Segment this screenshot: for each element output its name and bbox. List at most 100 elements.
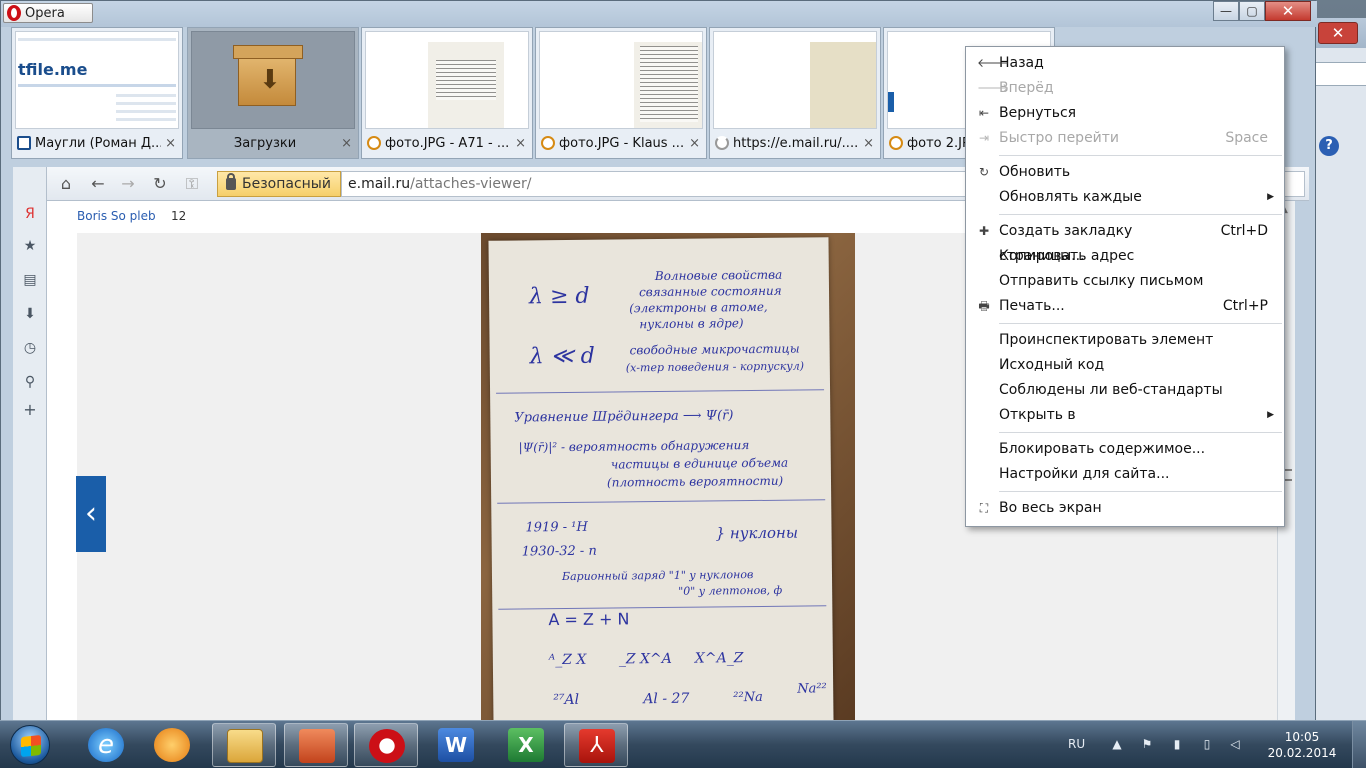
bookmarks-star-icon[interactable]: ★ bbox=[21, 237, 39, 255]
tab-downloads[interactable]: ⬇ Загрузки × bbox=[187, 27, 359, 159]
downloads-panel-icon[interactable]: ⬇ bbox=[21, 305, 39, 323]
tray-overflow-icon[interactable]: ▲ bbox=[1110, 737, 1124, 751]
context-menu-item[interactable]: 🖶 Печать... Ctrl+P bbox=[966, 294, 1284, 319]
context-menu-item[interactable]: Отправить ссылку письмом bbox=[966, 269, 1284, 294]
tab-e-mail-loading[interactable]: https://e.mail.ru/...... × bbox=[709, 27, 881, 159]
tab-title: Загрузки bbox=[233, 135, 297, 151]
opera-menu-button[interactable]: Opera bbox=[3, 3, 93, 23]
minimize-button[interactable]: — bbox=[1213, 1, 1239, 21]
taskbar-powerpoint[interactable] bbox=[284, 723, 348, 767]
note-line: (электроны в атоме, bbox=[629, 299, 768, 316]
back-icon[interactable]: ← bbox=[87, 173, 109, 195]
show-desktop-button[interactable] bbox=[1352, 721, 1366, 768]
context-menu-item[interactable]: Исходный код bbox=[966, 353, 1284, 378]
taskbar-internet-explorer[interactable]: e bbox=[74, 723, 138, 767]
menu-item-label: Копировать адрес bbox=[999, 248, 1135, 264]
notes-icon[interactable]: ▤ bbox=[21, 271, 39, 289]
tab-thumbnail: tfile.me bbox=[15, 31, 179, 129]
taskbar-acrobat[interactable]: ⅄ bbox=[564, 723, 628, 767]
note-line: Волновые свойства bbox=[654, 267, 783, 284]
note-line: λ ≪ d bbox=[529, 343, 595, 370]
previous-attachment-button[interactable]: ‹ bbox=[76, 476, 106, 552]
powerpoint-icon bbox=[299, 729, 335, 763]
help-icon[interactable]: ? bbox=[1319, 136, 1339, 156]
note-line: связанные состояния bbox=[638, 283, 782, 300]
menu-item-label: Создать закладку страницы... bbox=[999, 223, 1133, 264]
add-bookmark-icon: ✚ bbox=[978, 224, 990, 238]
add-panel-icon[interactable]: + bbox=[21, 401, 39, 419]
history-clock-icon[interactable]: ◷ bbox=[21, 339, 39, 357]
clock-time: 10:05 bbox=[1284, 730, 1320, 744]
attachment-count: 12 bbox=[171, 209, 187, 223]
tab-close-icon[interactable]: × bbox=[689, 136, 703, 151]
context-menu-item[interactable]: ⇥ Быстро перейти Space bbox=[966, 126, 1284, 151]
menu-item-label: Соблюдены ли веб-стандарты bbox=[999, 382, 1223, 398]
reload-icon[interactable]: ↻ bbox=[149, 173, 171, 195]
close-button[interactable]: ✕ bbox=[1265, 1, 1311, 21]
context-menu-item[interactable]: Открыть в ▶ bbox=[966, 403, 1284, 428]
context-menu-item[interactable]: 🡒 Вперёд bbox=[966, 76, 1284, 101]
context-menu-item[interactable]: Настройки для сайта... bbox=[966, 462, 1284, 487]
tab-label-row: Загрузки × bbox=[191, 131, 355, 155]
battery-icon[interactable]: ▯ bbox=[1200, 737, 1214, 751]
titlebar[interactable]: Opera — ▢ ✕ bbox=[1, 1, 1317, 27]
context-menu-item[interactable]: Проинспектировать элемент bbox=[966, 328, 1284, 353]
tab-close-icon[interactable]: × bbox=[341, 136, 355, 151]
forward-icon[interactable]: → bbox=[117, 173, 139, 195]
key-icon[interactable]: ⚿ bbox=[181, 173, 203, 195]
clock-date: 20.02.2014 bbox=[1267, 746, 1337, 760]
media-player-icon bbox=[154, 728, 190, 762]
network-signal-icon[interactable]: ▮ bbox=[1170, 737, 1184, 751]
security-badge[interactable]: Безопасный bbox=[217, 171, 341, 197]
menu-separator bbox=[999, 491, 1282, 492]
tab-photo-klaus[interactable]: фото.JPG - Klaus ... × bbox=[535, 27, 707, 159]
start-button[interactable] bbox=[4, 722, 60, 768]
attachment-photo[interactable]: λ ≥ d Волновые свойства связанные состоя… bbox=[481, 233, 855, 721]
folder-icon bbox=[227, 729, 263, 763]
tab-tfile[interactable]: tfile.me Маугли (Роман Д... × bbox=[11, 27, 183, 159]
background-window-search-field[interactable] bbox=[1309, 62, 1366, 86]
taskbar-opera[interactable] bbox=[354, 723, 418, 767]
taskbar: e W X ⅄ RU ▲ ⚑ ▮ ▯ ◁ 10:05 20.02.2014 bbox=[0, 720, 1366, 768]
sender-link[interactable]: Boris So pleb bbox=[77, 209, 156, 223]
context-menu-item[interactable]: ⛶ Во весь экран bbox=[966, 496, 1284, 521]
submenu-arrow-icon: ▶ bbox=[1267, 410, 1274, 420]
context-menu-item[interactable]: Обновлять каждые ▶ bbox=[966, 185, 1284, 210]
context-menu-item[interactable]: Соблюдены ли веб-стандарты bbox=[966, 378, 1284, 403]
context-menu-item[interactable]: Блокировать содержимое... bbox=[966, 437, 1284, 462]
tab-thumbnail: ⬇ bbox=[191, 31, 355, 129]
action-center-flag-icon[interactable]: ⚑ bbox=[1140, 737, 1154, 751]
home-icon[interactable]: ⌂ bbox=[55, 173, 77, 195]
context-menu-item[interactable]: 🡐 Назад bbox=[966, 51, 1284, 76]
panel-sidebar: Я ★ ▤ ⬇ ◷ ⚲ + bbox=[13, 167, 47, 721]
taskbar-media-player[interactable] bbox=[140, 723, 204, 767]
opera-icon bbox=[369, 729, 405, 763]
tab-close-icon[interactable]: × bbox=[863, 136, 877, 151]
input-language[interactable]: RU bbox=[1068, 737, 1085, 751]
taskbar-excel[interactable]: X bbox=[494, 723, 558, 767]
yandex-icon[interactable]: Я bbox=[21, 205, 39, 223]
volume-icon[interactable]: ◁ bbox=[1228, 737, 1242, 751]
background-window-close-button[interactable]: ✕ bbox=[1318, 22, 1358, 44]
note-line: A = Z + N bbox=[548, 609, 630, 630]
menu-item-label: Отправить ссылку письмом bbox=[999, 273, 1204, 289]
tab-photo-a71[interactable]: фото.JPG - A71 - ... × bbox=[361, 27, 533, 159]
clock[interactable]: 10:05 20.02.2014 bbox=[1264, 729, 1340, 761]
reload-icon: ↻ bbox=[978, 165, 990, 179]
note-line: Уравнение Шрёдингера ⟶ Ψ(r̄) bbox=[514, 408, 734, 426]
menu-item-label: Обновить bbox=[999, 164, 1071, 180]
tab-label-row: фото.JPG - A71 - ... × bbox=[365, 131, 529, 155]
context-menu-item[interactable]: Копировать адрес bbox=[966, 244, 1284, 269]
tab-close-icon[interactable]: × bbox=[165, 136, 179, 151]
note-line: _Z X^A bbox=[618, 650, 672, 668]
context-menu-item[interactable]: ↻ Обновить bbox=[966, 160, 1284, 185]
search-icon[interactable]: ⚲ bbox=[21, 373, 39, 391]
tab-label-row: https://e.mail.ru/...... × bbox=[713, 131, 877, 155]
maximize-button[interactable]: ▢ bbox=[1239, 1, 1265, 21]
tab-close-icon[interactable]: × bbox=[515, 136, 529, 151]
context-menu-item[interactable]: ⇤ Вернуться bbox=[966, 101, 1284, 126]
taskbar-word[interactable]: W bbox=[424, 723, 488, 767]
mailru-favicon-icon bbox=[541, 136, 555, 150]
context-menu-item[interactable]: ✚ Создать закладку страницы... Ctrl+D bbox=[966, 219, 1284, 264]
taskbar-file-explorer[interactable] bbox=[212, 723, 276, 767]
